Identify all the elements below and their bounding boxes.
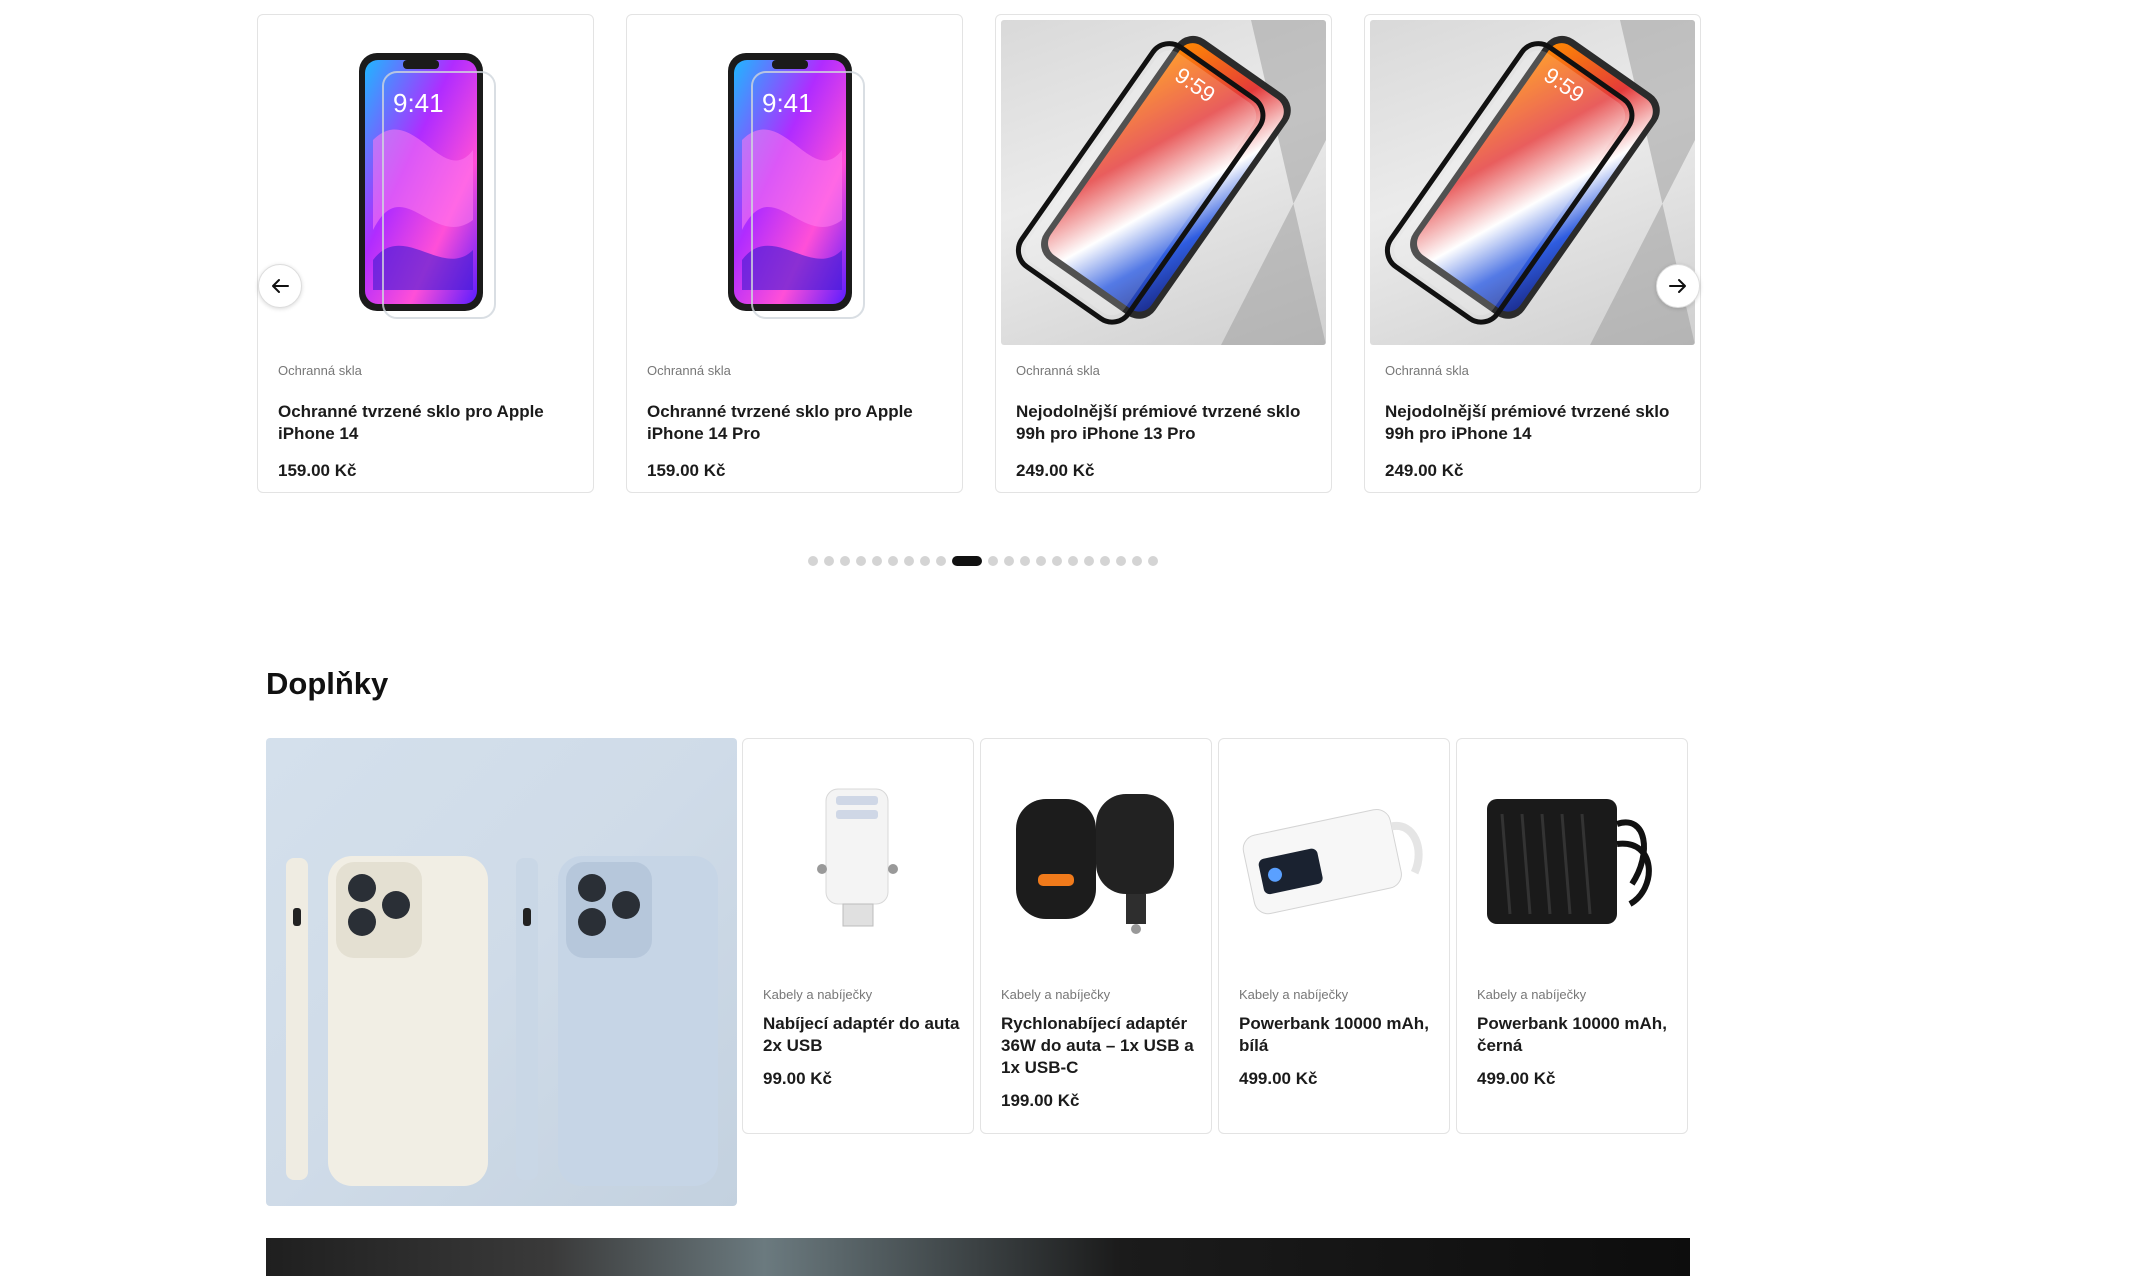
pagination-dot[interactable] [1036,556,1046,566]
product-card[interactable]: 9:59 Ochranná skla Nejodolnější prémiové… [995,14,1332,493]
pagination-dot[interactable] [1004,556,1014,566]
product-category: Ochranná skla [1385,363,1469,378]
product-price: 249.00 Kč [1385,461,1464,480]
product-name[interactable]: Nejodolnější prémiové tvrzené sklo 99h p… [1385,401,1685,445]
promo-banner-bottom[interactable] [266,1238,1690,1276]
product-price: 249.00 Kč [1016,461,1095,480]
carousel-prev-button[interactable] [258,264,302,308]
pagination-dot[interactable] [808,556,818,566]
pagination-dot[interactable] [856,556,866,566]
product-category: Kabely a nabíječky [1001,987,1111,1002]
carousel-next-button[interactable] [1656,264,1700,308]
product-name[interactable]: Ochranné tvrzené sklo pro Apple iPhone 1… [647,401,947,445]
product-category: Kabely a nabíječky [763,987,873,1002]
product-card[interactable]: Kabely a nabíječky Nabíjecí adaptér do a… [742,738,974,1134]
pagination-dot[interactable] [1148,556,1158,566]
pagination-dot[interactable] [1084,556,1094,566]
product-category: Kabely a nabíječky [1239,987,1349,1002]
pagination-dot-active[interactable] [952,556,982,566]
arrow-left-icon [272,279,289,293]
product-category: Kabely a nabíječky [1477,987,1587,1002]
pagination-dot[interactable] [1100,556,1110,566]
pagination-dot[interactable] [888,556,898,566]
product-name[interactable]: Rychlonabíjecí adaptér 36W do auta – 1x … [1001,1013,1201,1079]
pagination-dot[interactable] [1068,556,1078,566]
pagination-dot[interactable] [1116,556,1126,566]
product-card[interactable]: 9:59 Ochranná skla Nejodolnější prémiové… [1364,14,1701,493]
product-image[interactable]: 9:59 [1001,20,1326,345]
product-price: 99.00 Kč [763,1069,832,1088]
section-title: Doplňky [266,666,389,701]
product-name[interactable]: Nabíjecí adaptér do auta 2x USB [763,1013,963,1057]
product-name[interactable]: Powerbank 10000 mAh, bílá [1239,1013,1439,1057]
svg-text:9:41: 9:41 [762,88,813,118]
product-card[interactable]: 9:41 Ochranná skla Ochranné tvrzené sklo… [257,14,594,493]
product-image[interactable] [1462,744,1684,966]
product-image[interactable]: 9:41 [632,20,957,345]
pagination-dot[interactable] [1020,556,1030,566]
product-card[interactable]: 9:41 Ochranná skla Ochranné tvrzené sklo… [626,14,963,493]
product-name[interactable]: Powerbank 10000 mAh, černá [1477,1013,1677,1057]
carousel-pagination [808,556,1158,566]
product-card[interactable]: Kabely a nabíječky Powerbank 10000 mAh, … [1456,738,1688,1134]
pagination-dot[interactable] [904,556,914,566]
product-image[interactable]: 9:41 [263,20,588,345]
pagination-dot[interactable] [840,556,850,566]
pagination-dot[interactable] [824,556,834,566]
product-price: 499.00 Kč [1477,1069,1556,1088]
product-image[interactable] [1224,744,1446,966]
product-image[interactable] [748,744,970,966]
product-price: 159.00 Kč [647,461,726,480]
product-price: 499.00 Kč [1239,1069,1318,1088]
product-name[interactable]: Nejodolnější prémiové tvrzené sklo 99h p… [1016,401,1316,445]
product-category: Ochranná skla [647,363,731,378]
svg-text:9:41: 9:41 [393,88,444,118]
product-price: 159.00 Kč [278,461,357,480]
pagination-dot[interactable] [936,556,946,566]
pagination-dot[interactable] [920,556,930,566]
product-name[interactable]: Ochranné tvrzené sklo pro Apple iPhone 1… [278,401,578,445]
product-image[interactable] [986,744,1208,966]
product-image[interactable]: 9:59 [1370,20,1695,345]
arrow-right-icon [1669,279,1686,293]
product-price: 199.00 Kč [1001,1091,1080,1110]
pagination-dot[interactable] [1052,556,1062,566]
product-category: Ochranná skla [278,363,362,378]
pagination-dot[interactable] [872,556,882,566]
product-card[interactable]: Kabely a nabíječky Powerbank 10000 mAh, … [1218,738,1450,1134]
pagination-dot[interactable] [988,556,998,566]
product-card[interactable]: Kabely a nabíječky Rychlonabíjecí adapté… [980,738,1212,1134]
promo-banner[interactable] [266,738,737,1206]
product-category: Ochranná skla [1016,363,1100,378]
pagination-dot[interactable] [1132,556,1142,566]
